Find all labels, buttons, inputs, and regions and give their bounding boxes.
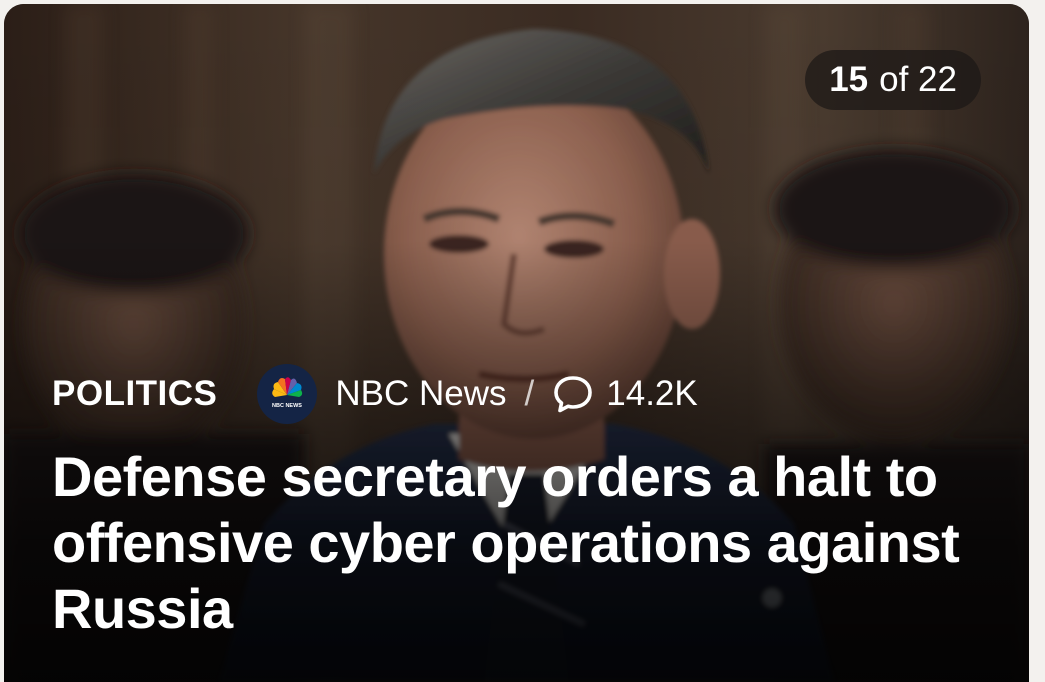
nbc-peacock-logo[interactable]: NBC NEWS bbox=[257, 364, 318, 424]
speech-bubble-icon[interactable] bbox=[552, 373, 594, 415]
category-label[interactable]: POLITICS bbox=[52, 374, 217, 414]
peacock-logo-icon: NBC NEWS bbox=[272, 377, 303, 409]
logo-text: NBC NEWS bbox=[272, 403, 302, 409]
source-name[interactable]: NBC News bbox=[335, 374, 506, 414]
comment-bubble-svg bbox=[554, 376, 593, 413]
story-headline[interactable]: Defense secretary orders a halt to offen… bbox=[52, 444, 1002, 642]
slide-counter-badge: 15 of 22 bbox=[805, 50, 981, 110]
meta-divider: / bbox=[524, 374, 535, 413]
story-meta-row: POLITICS NBC NEWS NBC News / 14.2K bbox=[52, 362, 698, 426]
slide-current-number: 15 bbox=[829, 60, 869, 99]
comment-count[interactable]: 14.2K bbox=[606, 374, 697, 414]
slide-total-label: of 22 bbox=[879, 60, 957, 99]
news-story-card[interactable]: 15 of 22 POLITICS NBC NEWS NBC News / 14… bbox=[4, 4, 1029, 682]
